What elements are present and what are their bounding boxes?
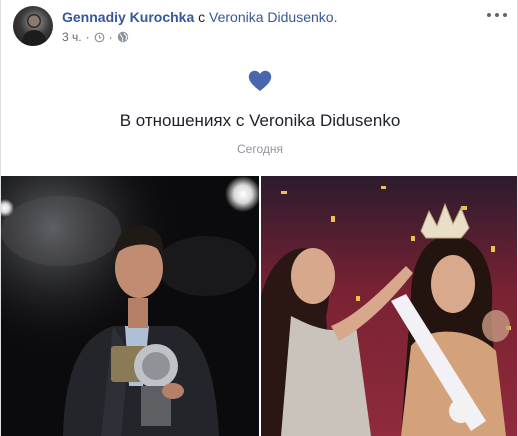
life-event-title[interactable]: В отношениях с Veronika Didusenko <box>1 111 517 131</box>
post-meta: 3 ч. · · <box>62 30 129 44</box>
post-header: Gennadiy Kurochka с Veronika Didusenko. … <box>1 0 517 54</box>
meta-separator: · <box>85 30 90 44</box>
edit-history-icon[interactable] <box>94 32 105 43</box>
author-link[interactable]: Gennadiy Kurochka <box>62 9 194 25</box>
more-horizontal-icon-dot <box>503 13 507 17</box>
connector-text: с <box>198 9 206 25</box>
photo-miss-ukraine-crowning[interactable] <box>261 176 517 436</box>
more-options-button[interactable] <box>487 8 507 22</box>
photo-grid <box>1 176 517 436</box>
life-event-card: В отношениях с Veronika Didusenko Сегодн… <box>1 60 517 170</box>
more-horizontal-icon-dot <box>487 13 491 17</box>
meta-separator: · <box>108 30 113 44</box>
avatar[interactable] <box>13 6 53 46</box>
photo-man-with-award[interactable] <box>1 176 259 436</box>
more-horizontal-icon-dot <box>495 13 499 17</box>
heart-icon <box>248 70 272 91</box>
globe-icon[interactable] <box>117 31 129 43</box>
feed-post: Gennadiy Kurochka с Veronika Didusenko. … <box>0 0 518 436</box>
life-event-date: Сегодня <box>237 142 283 156</box>
timestamp-link[interactable]: 3 ч. <box>62 30 82 44</box>
post-title-line: Gennadiy Kurochka с Veronika Didusenko. <box>62 9 337 25</box>
tagged-partner-link[interactable]: Veronika Didusenko. <box>209 9 337 25</box>
avatar-image <box>21 14 47 46</box>
